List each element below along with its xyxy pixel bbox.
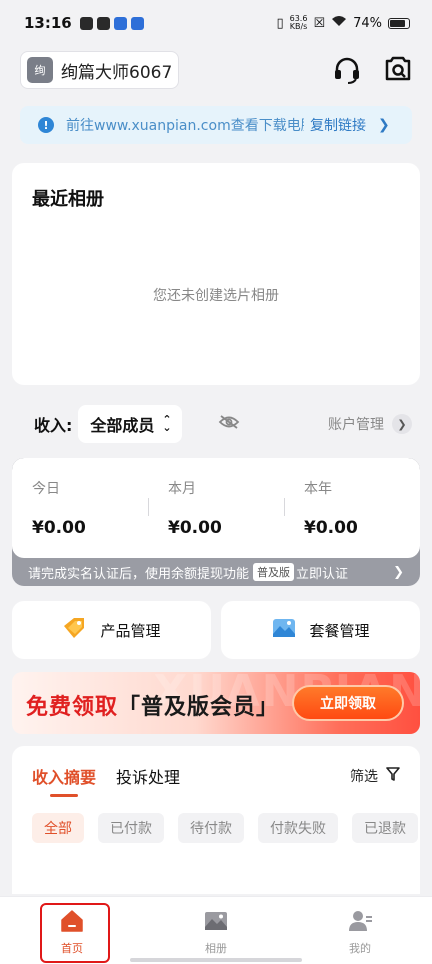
- tab-albums[interactable]: 相册: [144, 897, 288, 964]
- account-manage-link[interactable]: 账户管理 ❯: [328, 414, 412, 434]
- claim-now-button[interactable]: 立即领取: [292, 685, 404, 721]
- verify-text: 请完成实名认证后，使用余额提现功能: [28, 566, 250, 582]
- member-filter-select[interactable]: 全部成员 ⌃ ⌄: [78, 405, 182, 443]
- verification-prompt[interactable]: 请完成实名认证后，使用余额提现功能 普及版 立即认证 ❯: [12, 558, 420, 586]
- plan-tag: 普及版: [253, 563, 295, 581]
- chip-refunded[interactable]: 已退款: [352, 813, 418, 843]
- chevron-right-icon: ❯: [392, 414, 412, 434]
- avatar: 绚: [27, 57, 53, 83]
- member-filter-value: 全部成员: [90, 416, 155, 435]
- sort-updown-icon: ⌃ ⌄: [162, 413, 172, 434]
- header: 绚 绚篇大师6067: [0, 48, 432, 92]
- tab-albums-label: 相册: [205, 942, 227, 955]
- wifi-icon: [331, 15, 347, 31]
- network-speed: 63.6 KB/s: [289, 14, 308, 31]
- tab-complaints[interactable]: 投诉处理: [116, 764, 180, 788]
- package-manage-button[interactable]: 套餐管理: [221, 601, 420, 659]
- recent-albums-title: 最近相册: [32, 189, 104, 210]
- hide-amount-eye-icon[interactable]: [218, 414, 240, 434]
- income-month: 本月 ¥0.00: [148, 458, 284, 558]
- period-label: 今日: [32, 481, 60, 497]
- home-icon: [59, 909, 85, 936]
- income-summary-section: 收入摘要 投诉处理 筛选 全部 已付款 待付款 付款失败 已退款: [12, 746, 420, 894]
- period-label: 本月: [168, 481, 196, 497]
- chip-all[interactable]: 全部: [32, 813, 84, 843]
- tab-profile-label: 我的: [349, 942, 371, 955]
- sim-icon: ☒: [313, 15, 326, 31]
- income-year: 本年 ¥0.00: [284, 458, 420, 558]
- user-icon: [347, 909, 373, 936]
- status-bar: 13:16 ▯ 63.6 KB/s ☒ 74%: [0, 0, 432, 46]
- desktop-download-notice[interactable]: ! 前往www.xuanpian.com查看下载电脑版 复制链接 ❯: [20, 106, 412, 144]
- info-icon: !: [38, 117, 54, 133]
- battery-percent: 74%: [353, 15, 382, 31]
- empty-albums-text: 您还未创建选片相册: [153, 288, 279, 304]
- verify-now-link[interactable]: 立即认证: [296, 563, 348, 582]
- tab-home[interactable]: 首页: [0, 897, 144, 964]
- banner-promo-text: 免费领取「普及版会员」: [26, 689, 279, 721]
- free-membership-banner[interactable]: XUANPIAN 免费领取「普及版会员」 立即领取: [12, 672, 420, 734]
- copy-link-button[interactable]: 复制链接: [310, 115, 366, 135]
- app-notification-icon: [79, 16, 93, 30]
- income-today: 今日 ¥0.00: [12, 458, 148, 558]
- notice-message: 前往www.xuanpian.com查看下载电脑版: [66, 118, 304, 134]
- battery-icon: [388, 17, 410, 29]
- package-manage-label: 套餐管理: [309, 621, 370, 640]
- account-manage-label: 账户管理: [328, 417, 384, 433]
- headset-icon[interactable]: [332, 55, 362, 85]
- income-label: 收入:: [34, 416, 73, 435]
- amount-value: ¥0.00: [168, 518, 222, 538]
- status-time: 13:16: [24, 14, 72, 32]
- promo-free-text: 免费领取: [26, 695, 119, 720]
- account-switcher[interactable]: 绚 绚篇大师6067: [20, 51, 180, 89]
- income-filter-bar: 收入: 全部成员 ⌃ ⌄ 账户管理 ❯: [0, 404, 432, 444]
- alipay-notification-icon: [130, 16, 144, 30]
- chip-failed[interactable]: 付款失败: [258, 813, 338, 843]
- recent-albums-card: 最近相册 您还未创建选片相册: [12, 163, 420, 385]
- amount-value: ¥0.00: [32, 518, 86, 538]
- chip-pending[interactable]: 待付款: [178, 813, 244, 843]
- product-manage-button[interactable]: 产品管理: [12, 601, 211, 659]
- tab-home-label: 首页: [61, 942, 83, 955]
- product-manage-label: 产品管理: [100, 621, 161, 640]
- bottom-tab-bar: 首页 相册 我的: [0, 896, 432, 964]
- notification-icons: [79, 16, 144, 30]
- vibrate-icon: ▯: [276, 15, 284, 31]
- filter-funnel-icon: [386, 767, 400, 785]
- promo-plan-text: 「普及版会员」: [118, 695, 280, 720]
- chevron-right-icon: ❯: [378, 117, 390, 133]
- mail-notification-icon: [96, 16, 110, 30]
- tab-income-summary[interactable]: 收入摘要: [32, 764, 96, 797]
- chip-paid[interactable]: 已付款: [98, 813, 164, 843]
- status-chips: 全部 已付款 待付款 付款失败 已退款: [32, 813, 420, 843]
- play-notification-icon: [113, 16, 127, 30]
- chevron-right-icon: ❯: [393, 564, 404, 580]
- scan-camera-icon[interactable]: [384, 56, 412, 84]
- amount-value: ¥0.00: [304, 518, 358, 538]
- income-summary-card: 今日 ¥0.00 本月 ¥0.00 本年 ¥0.00 请完成实名认证后，使用余额…: [12, 458, 420, 586]
- account-name: 绚篇大师6067: [61, 62, 173, 83]
- period-label: 本年: [304, 481, 332, 497]
- filter-label: 筛选: [350, 769, 378, 785]
- filter-button[interactable]: 筛选: [350, 766, 400, 786]
- package-image-icon: [271, 616, 297, 644]
- home-indicator[interactable]: [130, 958, 302, 962]
- album-image-icon: [203, 909, 229, 936]
- tab-profile[interactable]: 我的: [288, 897, 432, 964]
- product-tag-icon: [62, 616, 88, 644]
